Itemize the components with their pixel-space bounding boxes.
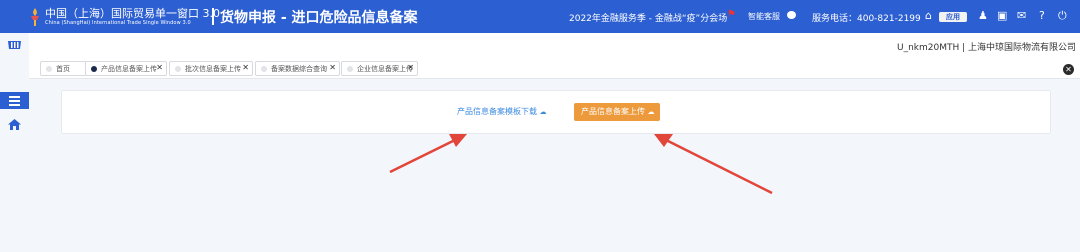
menu-toggle-button[interactable] bbox=[0, 92, 29, 109]
sidebar-home-icon[interactable] bbox=[8, 119, 21, 130]
tab-label: 备案数据综合查询 bbox=[271, 65, 327, 73]
tab-dot bbox=[46, 66, 52, 72]
tab-dot bbox=[91, 66, 97, 72]
tab-batch-upload[interactable]: 批次信息备案上传 ✕ bbox=[169, 61, 253, 76]
apps-badge[interactable]: 应用 bbox=[939, 12, 967, 22]
user-icon[interactable]: ♟ bbox=[978, 9, 988, 23]
close-all-tabs-icon[interactable]: ✕ bbox=[1063, 64, 1074, 75]
help-icon[interactable]: ? bbox=[1039, 9, 1045, 23]
template-download-link[interactable]: 产品信息备案模板下载 ☁ bbox=[457, 106, 547, 117]
user-bar: U_nkm20MTH | 上海中琼国际物流有限公司 bbox=[29, 33, 1080, 59]
title-divider bbox=[212, 8, 214, 25]
top-header: 中国（上海）国际贸易单一窗口 3.0 China (ShangHai) Inte… bbox=[0, 0, 1080, 33]
torch-logo-icon bbox=[31, 8, 39, 26]
tab-dot bbox=[175, 66, 181, 72]
shirt-icon[interactable]: ▣ bbox=[997, 9, 1007, 23]
annotation-arrow-left bbox=[389, 134, 467, 174]
close-icon[interactable]: ✕ bbox=[407, 63, 414, 72]
brand-name-en: China (ShangHai) International Trade Sin… bbox=[45, 20, 191, 26]
tab-label: 企业信息备案上传 bbox=[357, 65, 413, 73]
assistant-icon[interactable] bbox=[787, 11, 796, 19]
tab-dot bbox=[347, 66, 353, 72]
tab-bar: 首页 产品信息备案上传 ✕ 批次信息备案上传 ✕ 备案数据综合查询 ✕ 企业信息… bbox=[29, 59, 1080, 79]
tab-label: 产品信息备案上传 bbox=[101, 65, 157, 73]
upload-button-label: 产品信息备案上传 bbox=[581, 107, 645, 116]
close-icon[interactable]: ✕ bbox=[156, 63, 163, 72]
brand-name: 中国（上海）国际贸易单一窗口 3.0 bbox=[45, 7, 220, 20]
tab-label: 批次信息备案上传 bbox=[185, 65, 241, 73]
download-link-label: 产品信息备案模板下载 bbox=[457, 107, 537, 116]
promo-link[interactable]: 2022年金融服务季 - 金融战“疫”分会场 bbox=[569, 11, 727, 24]
page-title: 货物申报 - 进口危险品信息备案 bbox=[220, 10, 418, 26]
product-upload-button[interactable]: 产品信息备案上传 ☁ bbox=[574, 103, 660, 121]
annotation-arrow-right bbox=[654, 134, 773, 195]
flag-icon: ⚑ bbox=[727, 9, 736, 20]
tab-product-upload[interactable]: 产品信息备案上传 ✕ bbox=[85, 61, 167, 76]
close-icon[interactable]: ✕ bbox=[329, 63, 336, 72]
tab-home[interactable]: 首页 bbox=[40, 61, 86, 76]
tab-company-upload[interactable]: 企业信息备案上传 ✕ bbox=[341, 61, 418, 76]
power-icon[interactable]: ⏻ bbox=[1058, 9, 1067, 23]
upload-panel bbox=[61, 90, 1051, 134]
cloud-upload-icon: ☁ bbox=[647, 108, 655, 116]
service-phone: 服务电话：400-821-2199 bbox=[812, 14, 921, 24]
assistant-link[interactable]: 智能客服 bbox=[748, 11, 780, 22]
sidebar bbox=[0, 33, 29, 252]
sidebar-logo-icon bbox=[8, 41, 21, 49]
tab-label: 首页 bbox=[56, 65, 70, 73]
tab-record-query[interactable]: 备案数据综合查询 ✕ bbox=[255, 61, 340, 76]
close-icon[interactable]: ✕ bbox=[242, 63, 249, 72]
home-icon[interactable]: ⌂ bbox=[925, 9, 932, 23]
message-icon[interactable]: ✉ bbox=[1017, 9, 1026, 23]
cloud-download-icon: ☁ bbox=[539, 108, 547, 116]
user-account[interactable]: U_nkm20MTH | 上海中琼国际物流有限公司 bbox=[897, 40, 1076, 53]
tab-dot bbox=[261, 66, 267, 72]
